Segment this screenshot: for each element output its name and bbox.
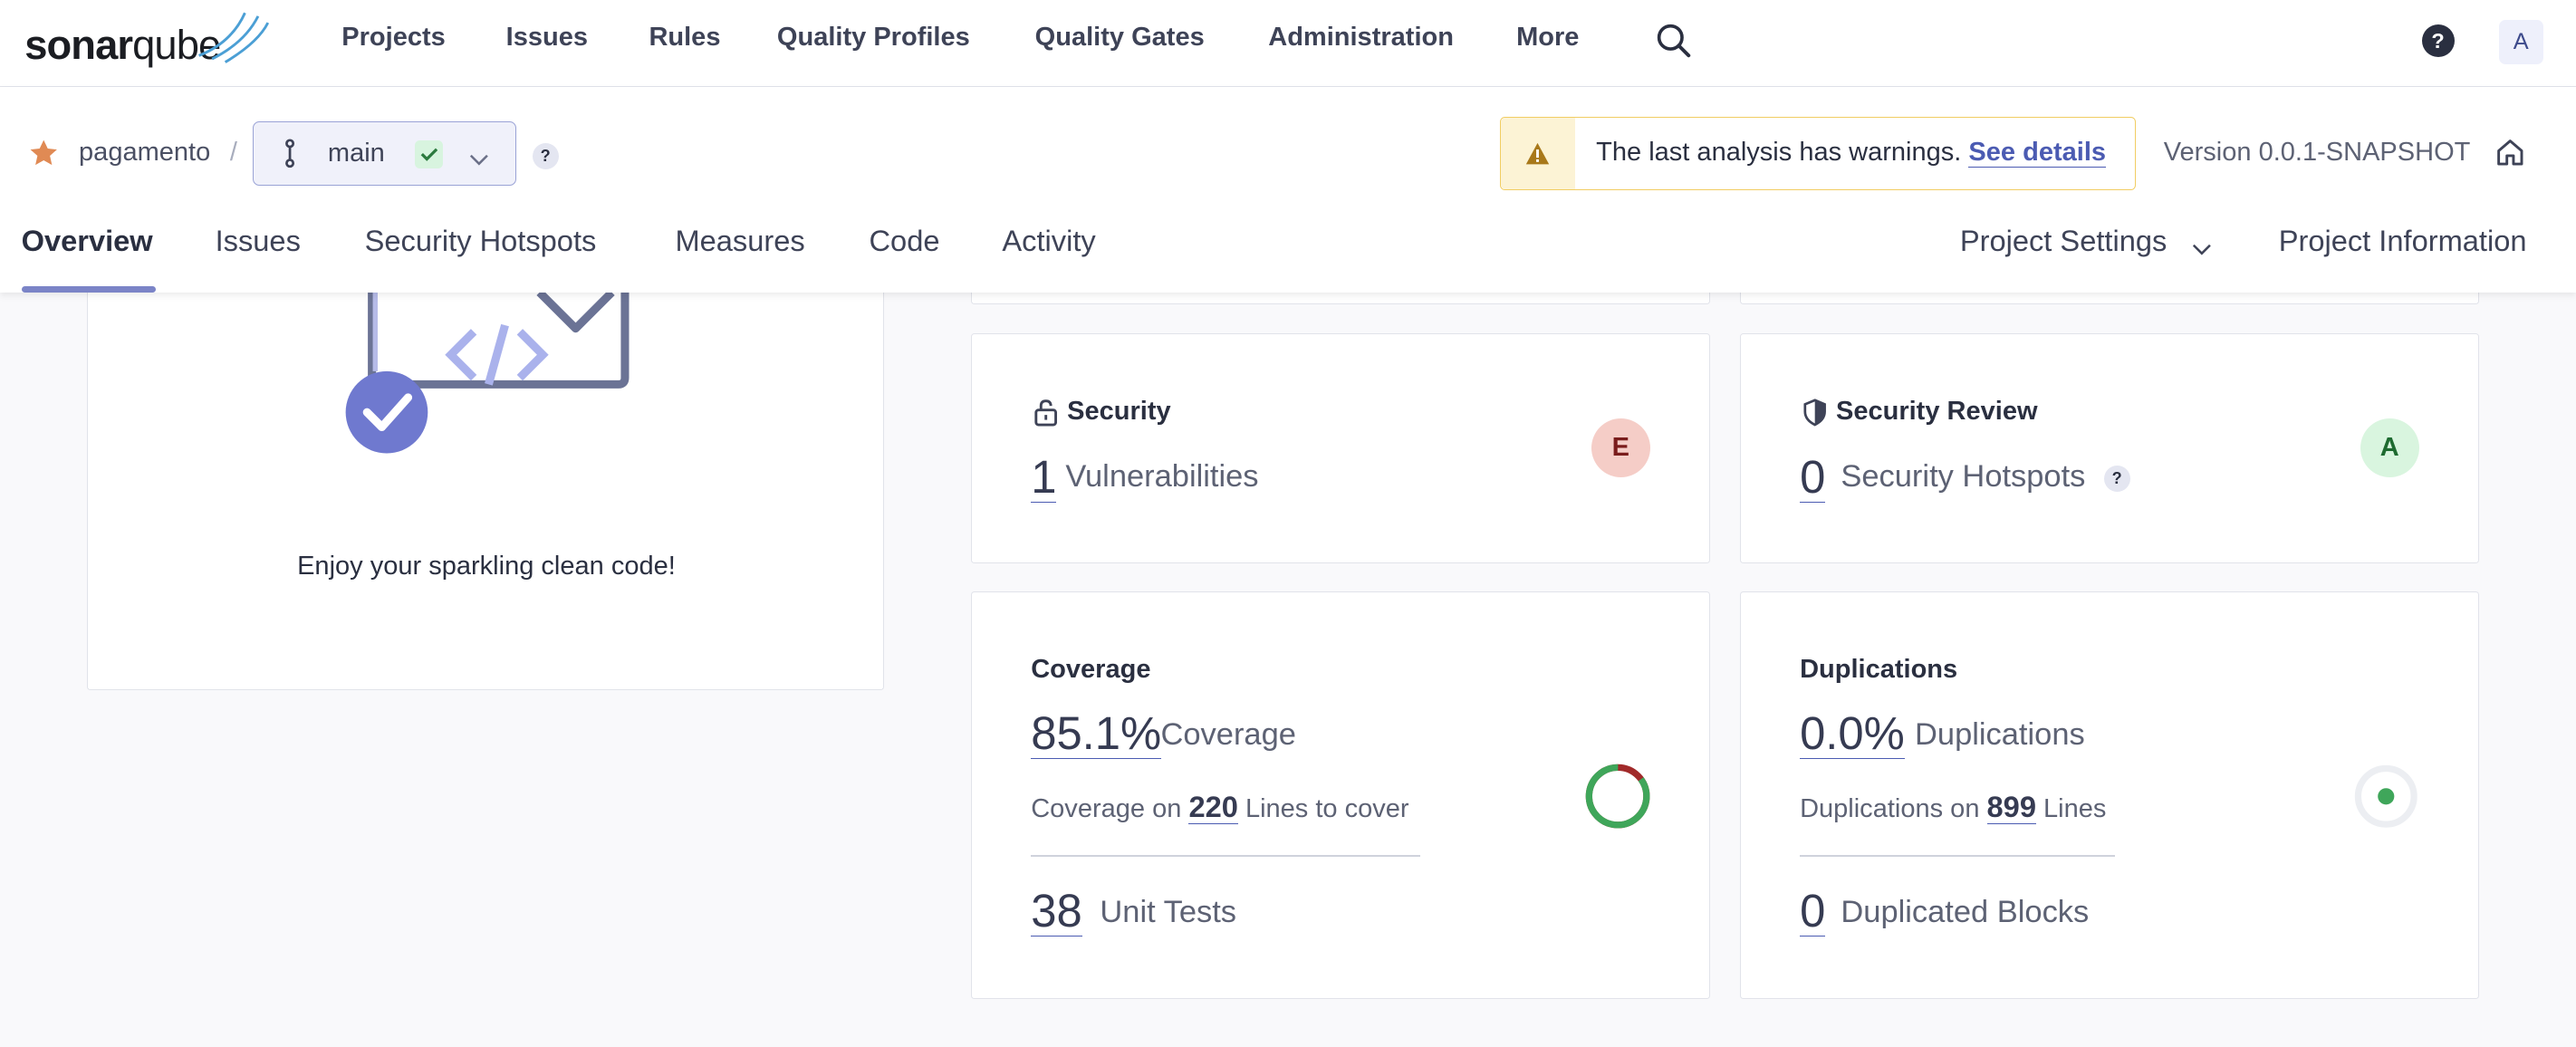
security-hotspots-label: Security Hotspots [1841,459,2086,495]
vulnerabilities-label: Vulnerabilities [1065,459,1259,495]
security-rating-badge[interactable]: E [1591,418,1650,477]
analysis-warning-banner: The last analysis has warnings. See deta… [1499,116,2136,191]
security-review-title: Security Review [1835,397,2038,427]
tab-code[interactable]: Code [869,224,939,258]
duplications-card: Duplications 0.0% Duplications Duplicati… [1739,591,2479,999]
nav-rules[interactable]: Rules [649,23,720,53]
chevron-down-icon [469,144,489,174]
project-header: pagamento / main ? The last analysis has… [0,87,2576,293]
home-icon[interactable] [2495,138,2525,175]
breadcrumb-separator: / [229,138,237,168]
security-hotspots-help-icon[interactable]: ? [2103,466,2130,493]
tab-overview[interactable]: Overview [22,224,153,258]
search-icon[interactable] [1656,23,1692,66]
nav-administration[interactable]: Administration [1268,23,1454,53]
lines-to-cover-count[interactable]: 220 [1188,789,1238,824]
duplicated-blocks-count[interactable]: 0 [1800,886,1826,937]
branch-status-check-icon [415,140,443,168]
coverage-donut-chart [1585,764,1650,829]
shield-icon [1803,399,1826,427]
branch-help-icon[interactable]: ? [532,142,559,169]
nav-quality-gates[interactable]: Quality Gates [1035,23,1205,53]
tab-measures[interactable]: Measures [675,224,804,258]
security-review-rating-badge[interactable]: A [2360,418,2419,477]
warning-icon [1526,142,1550,165]
logo-waves-icon [197,12,269,64]
coverage-percent[interactable]: 85.1% [1031,708,1162,760]
chevron-down-icon[interactable] [2192,234,2212,264]
coverage-lines-text: Coverage on 220 Lines to cover [1031,789,1409,824]
duplications-percent[interactable]: 0.0% [1800,708,1905,760]
coverage-lines-suffix: Lines to cover [1245,793,1409,823]
favorite-star-icon[interactable] [28,138,59,176]
branch-name: main [327,139,385,168]
duplications-label: Duplications [1915,716,2085,752]
security-review-card: Security Review 0 Security Hotspots ? A [1739,333,2479,564]
coverage-lines-prefix: Coverage on [1031,793,1182,823]
project-version: Version 0.0.1-SNAPSHOT [2163,138,2471,168]
divider [1031,855,1421,857]
clean-code-message: Enjoy your sparkling clean code! [297,552,676,581]
top-navigation: sonarqube Projects Issues Rules Quality … [0,0,2576,88]
duplications-lines-text: Duplications on 899 Lines [1800,789,2107,824]
help-icon[interactable]: ? [2421,24,2455,58]
project-name-link[interactable]: pagamento [79,138,210,168]
see-details-link[interactable]: See details [1968,137,2107,168]
tab-project-information[interactable]: Project Information [2279,224,2527,258]
unit-tests-count[interactable]: 38 [1031,886,1082,937]
security-hotspots-count[interactable]: 0 [1800,452,1826,504]
coverage-card: Coverage 85.1% Coverage Coverage on 220 … [970,591,1711,999]
user-avatar[interactable]: A [2498,19,2543,64]
duplications-lines-suffix: Lines [2043,793,2107,823]
duplication-lines-count[interactable]: 899 [1986,789,2036,824]
branch-icon [282,139,298,176]
branch-selector[interactable]: main [253,121,516,186]
duplicated-blocks-label: Duplicated Blocks [1841,894,2090,929]
coverage-donut-arc [1585,764,1650,829]
duplications-title: Duplications [1800,654,1958,684]
unlock-icon [1034,399,1057,427]
nav-issues[interactable]: Issues [506,23,588,53]
tab-activity[interactable]: Activity [1002,224,1095,258]
security-card: Security 1 Vulnerabilities E [970,333,1711,564]
coverage-title: Coverage [1031,654,1151,684]
nav-quality-profiles[interactable]: Quality Profiles [777,23,970,53]
duplications-indicator-icon [2355,764,2418,828]
vulnerabilities-count[interactable]: 1 [1031,452,1057,504]
tab-issues[interactable]: Issues [216,224,301,258]
coverage-label: Coverage [1160,716,1296,752]
security-title: Security [1067,397,1171,427]
warning-text: The last analysis has warnings. [1596,137,1962,167]
tab-security-hotspots[interactable]: Security Hotspots [365,224,597,258]
sonarqube-logo[interactable]: sonarqube [24,10,269,69]
unit-tests-label: Unit Tests [1100,894,1237,929]
clean-code-card: Enjoy your sparkling clean code! [87,246,884,690]
nav-projects[interactable]: Projects [341,23,446,53]
divider [1800,855,2116,857]
logo-bold-text: sonar [24,22,133,69]
duplications-lines-prefix: Duplications on [1800,793,1980,823]
tab-project-settings[interactable]: Project Settings [1960,224,2167,258]
active-tab-indicator [21,285,157,293]
nav-more[interactable]: More [1516,23,1579,53]
